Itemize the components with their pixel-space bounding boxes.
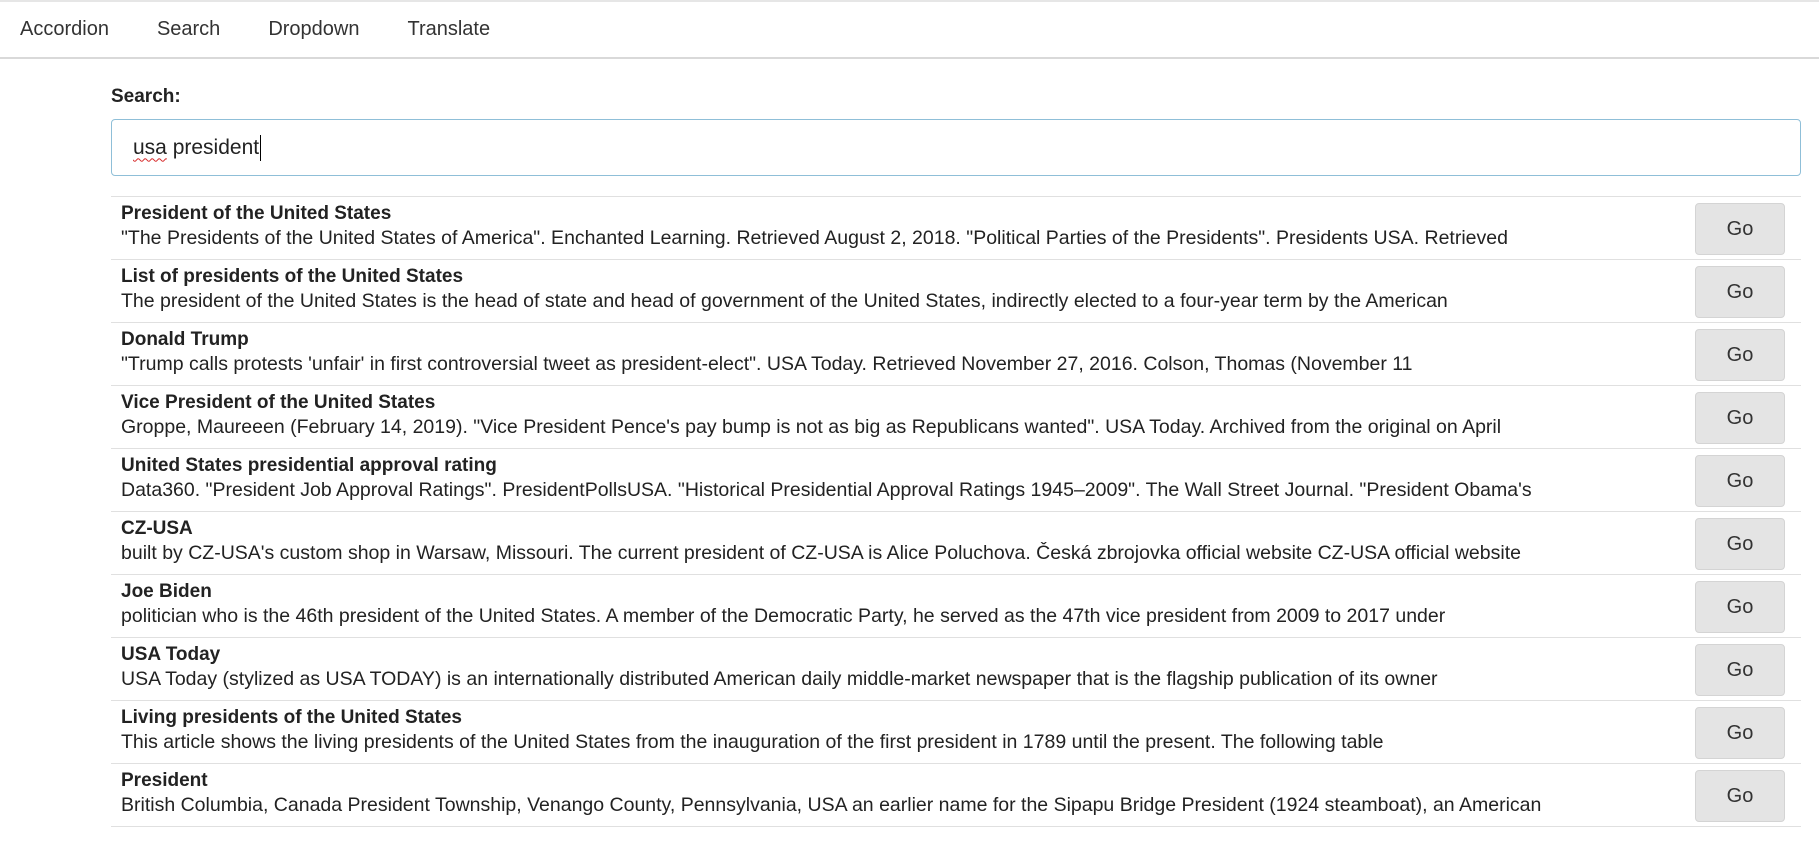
result-row: President British Columbia, Canada Presi… <box>111 764 1801 827</box>
result-row: USA Today USA Today (stylized as USA TOD… <box>111 638 1801 701</box>
go-button[interactable]: Go <box>1695 203 1785 255</box>
go-button[interactable]: Go <box>1695 770 1785 822</box>
go-button[interactable]: Go <box>1695 518 1785 570</box>
result-title: President <box>121 770 208 791</box>
result-title: CZ-USA <box>121 518 193 539</box>
result-row: Living presidents of the United States T… <box>111 701 1801 764</box>
go-button[interactable]: Go <box>1695 329 1785 381</box>
result-row: United States presidential approval rati… <box>111 449 1801 512</box>
result-title: United States presidential approval rati… <box>121 455 497 476</box>
result-title: Donald Trump <box>121 329 249 350</box>
go-button[interactable]: Go <box>1695 266 1785 318</box>
result-snippet: "The Presidents of the United States of … <box>121 227 1508 249</box>
go-button[interactable]: Go <box>1695 581 1785 633</box>
result-snippet: This article shows the living presidents… <box>121 731 1384 753</box>
go-button[interactable]: Go <box>1695 455 1785 507</box>
result-row: Donald Trump "Trump calls protests 'unfa… <box>111 323 1801 386</box>
top-navigation: Accordion Search Dropdown Translate <box>0 0 1819 59</box>
result-snippet: built by CZ-USA's custom shop in Warsaw,… <box>121 542 1521 564</box>
result-title: Living presidents of the United States <box>121 707 462 728</box>
search-input-value: president <box>166 135 260 159</box>
result-snippet: Groppe, Maureeen (February 14, 2019). "V… <box>121 416 1502 438</box>
result-snippet: Data360. "President Job Approval Ratings… <box>121 479 1532 501</box>
result-title: President of the United States <box>121 203 392 224</box>
search-input[interactable]: usa president <box>111 119 1801 176</box>
result-snippet: British Columbia, Canada President Towns… <box>121 794 1542 816</box>
go-button[interactable]: Go <box>1695 644 1785 696</box>
result-snippet: politician who is the 46th president of … <box>121 605 1446 627</box>
search-input-value-misspelled: usa <box>133 135 167 159</box>
result-snippet: The president of the United States is th… <box>121 290 1448 312</box>
go-button[interactable]: Go <box>1695 392 1785 444</box>
result-title: USA Today <box>121 644 221 665</box>
result-snippet: "Trump calls protests 'unfair' in first … <box>121 353 1413 375</box>
result-row: CZ-USA built by CZ-USA's custom shop in … <box>111 512 1801 575</box>
nav-item-search[interactable]: Search <box>157 18 220 41</box>
result-row: List of presidents of the United States … <box>111 260 1801 323</box>
result-row: President of the United States "The Pres… <box>111 197 1801 260</box>
go-button[interactable]: Go <box>1695 707 1785 759</box>
nav-item-translate[interactable]: Translate <box>407 18 490 41</box>
result-title: Joe Biden <box>121 581 212 602</box>
search-results-list: President of the United States "The Pres… <box>111 196 1801 827</box>
nav-item-dropdown[interactable]: Dropdown <box>268 18 359 41</box>
result-title: List of presidents of the United States <box>121 266 464 287</box>
nav-item-accordion[interactable]: Accordion <box>20 18 109 41</box>
result-row: Joe Biden politician who is the 46th pre… <box>111 575 1801 638</box>
result-title: Vice President of the United States <box>121 392 436 413</box>
main-content: Search: usa president President of the U… <box>111 82 1801 827</box>
search-label: Search: <box>111 86 181 107</box>
text-cursor <box>260 134 262 161</box>
result-snippet: USA Today (stylized as USA TODAY) is an … <box>121 668 1438 690</box>
result-row: Vice President of the United States Grop… <box>111 386 1801 449</box>
